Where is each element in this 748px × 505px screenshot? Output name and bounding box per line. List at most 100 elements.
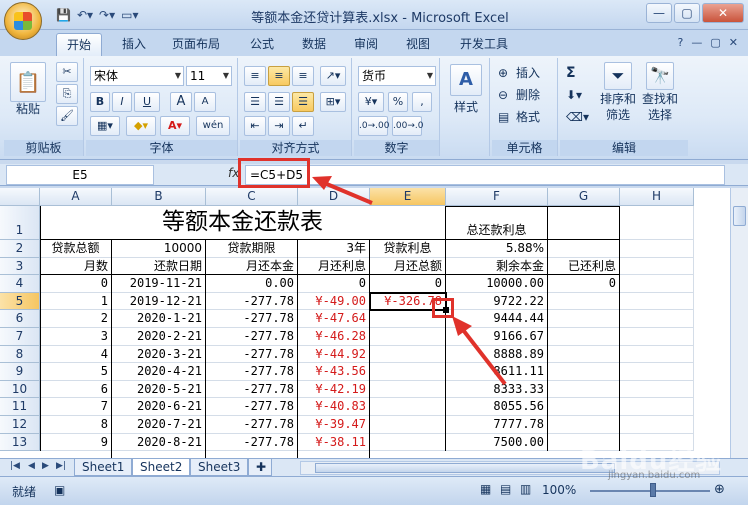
prev-sheet-icon[interactable]: ◀	[28, 461, 35, 471]
cell-f9[interactable]: 8611.11	[446, 363, 548, 381]
cell-c8[interactable]: -277.78	[206, 345, 298, 364]
insert-cells-label[interactable]: 插入	[516, 64, 540, 82]
cell-a3[interactable]: 月数	[40, 257, 112, 276]
ribbon-minimize-icon[interactable]: —	[691, 36, 702, 49]
first-sheet-icon[interactable]: |◀	[10, 461, 20, 471]
cell-b8[interactable]: 2020-3-21	[112, 345, 206, 364]
decrease-decimal-icon[interactable]: .00→.0	[392, 116, 423, 136]
cell-c6[interactable]: -277.78	[206, 310, 298, 328]
insert-cells-icon[interactable]: ⊕	[498, 64, 508, 82]
customize-icon[interactable]: ▭▾	[121, 8, 138, 22]
cell-a11[interactable]: 7	[40, 398, 112, 416]
ribbon-close-icon[interactable]: ✕	[729, 36, 738, 49]
copy-icon[interactable]: ⎘	[56, 84, 78, 104]
orientation-icon[interactable]: ↗▾	[320, 66, 346, 86]
cell-c7[interactable]: -277.78	[206, 328, 298, 346]
cell-a2[interactable]: 贷款总额	[40, 240, 112, 258]
cell-a1[interactable]: 等额本金还款表	[40, 206, 446, 240]
office-button[interactable]	[4, 2, 42, 40]
cell-b7[interactable]: 2020-2-21	[112, 328, 206, 346]
cell-b11[interactable]: 2020-6-21	[112, 398, 206, 416]
row-header-3[interactable]: 3	[0, 257, 40, 276]
cell-f6[interactable]: 9444.44	[446, 310, 548, 328]
cell-g3[interactable]	[548, 257, 620, 276]
column-header-f[interactable]: F	[446, 188, 548, 206]
grow-font-button[interactable]: A	[170, 92, 192, 112]
tab-view[interactable]: 视图	[396, 33, 440, 56]
cell-e7[interactable]	[370, 328, 446, 346]
cell-g10[interactable]	[548, 380, 620, 399]
row-header-7[interactable]: 7	[0, 328, 40, 346]
last-sheet-icon[interactable]: ▶|	[56, 461, 66, 471]
row-header-11[interactable]: 11	[0, 398, 40, 416]
cell-b5[interactable]: 2019-12-21	[112, 292, 206, 311]
cell-a4[interactable]: 0	[40, 275, 112, 293]
cut-icon[interactable]: ✂	[56, 62, 78, 82]
currency-icon[interactable]: ¥▾	[358, 92, 384, 112]
cell-c12[interactable]: -277.78	[206, 416, 298, 434]
sheet-tab-1[interactable]: Sheet1	[74, 459, 133, 476]
cell-f5[interactable]: 9722.22	[446, 292, 548, 311]
cell-e4[interactable]: 0	[370, 275, 446, 293]
percent-button[interactable]: %	[388, 92, 408, 112]
tab-formulas[interactable]: 公式	[240, 33, 284, 56]
cell-e10[interactable]	[370, 380, 446, 399]
cell-d7[interactable]: ¥-46.28	[298, 328, 370, 346]
cell-f4[interactable]: 10000.00	[446, 275, 548, 293]
border-icon[interactable]: ▦▾	[90, 116, 120, 136]
formula-input[interactable]: =C5+D5	[245, 165, 725, 185]
save-icon[interactable]: 💾	[56, 8, 71, 22]
sheet-tab-3[interactable]: Sheet3	[190, 459, 249, 476]
tab-data[interactable]: 数据	[292, 33, 336, 56]
cell-d6[interactable]: ¥-47.64	[298, 310, 370, 328]
cell-g12[interactable]	[548, 416, 620, 434]
cell-h10[interactable]	[620, 380, 694, 399]
styles-label[interactable]: 样式	[444, 100, 488, 115]
fill-color-icon[interactable]: ◆▾	[126, 116, 156, 136]
cell-a6[interactable]: 2	[40, 310, 112, 328]
cell-e11[interactable]	[370, 398, 446, 416]
align-middle-icon[interactable]: ≡	[268, 66, 290, 86]
align-left-icon[interactable]: ☰	[244, 92, 266, 112]
cell-h7[interactable]	[620, 328, 694, 346]
cell-c11[interactable]: -277.78	[206, 398, 298, 416]
cell-g2[interactable]	[548, 240, 620, 258]
cell-c5[interactable]: -277.78	[206, 292, 298, 311]
delete-cells-label[interactable]: 删除	[516, 86, 540, 104]
align-right-icon[interactable]: ☰	[292, 92, 314, 112]
cell-a8[interactable]: 4	[40, 345, 112, 364]
number-format-select[interactable]: 货币 ▼	[358, 66, 436, 86]
find-select-label[interactable]: 查找和	[636, 92, 684, 107]
font-color-icon[interactable]: A▾	[160, 116, 190, 136]
cell-h1[interactable]	[620, 206, 694, 240]
decrease-indent-icon[interactable]: ⇤	[244, 116, 266, 136]
cell-e3[interactable]: 月还总额	[370, 257, 446, 276]
undo-icon[interactable]: ↶▾	[77, 8, 93, 22]
shrink-font-button[interactable]: A	[194, 92, 216, 112]
row-header-2[interactable]: 2	[0, 240, 40, 258]
zoom-in-icon[interactable]: ⊕	[714, 482, 725, 497]
cell-b10[interactable]: 2020-5-21	[112, 380, 206, 399]
page-break-view-icon[interactable]: ▥	[520, 482, 531, 496]
font-name-select[interactable]: 宋体 ▼	[90, 66, 184, 86]
format-painter-icon[interactable]: 🖌	[56, 106, 78, 126]
cell-f7[interactable]: 9166.67	[446, 328, 548, 346]
cell-g8[interactable]	[548, 345, 620, 364]
cell-c4[interactable]: 0.00	[206, 275, 298, 293]
find-select-label-2[interactable]: 选择	[636, 108, 684, 123]
cell-a9[interactable]: 5	[40, 363, 112, 381]
cell-d8[interactable]: ¥-44.92	[298, 345, 370, 364]
column-header-a[interactable]: A	[40, 188, 112, 206]
cell-e13[interactable]	[370, 433, 446, 452]
cell-g9[interactable]	[548, 363, 620, 381]
column-header-h[interactable]: H	[620, 188, 694, 206]
cell-f11[interactable]: 8055.56	[446, 398, 548, 416]
column-header-b[interactable]: B	[112, 188, 206, 206]
cell-b12[interactable]: 2020-7-21	[112, 416, 206, 434]
cell-e8[interactable]	[370, 345, 446, 364]
align-center-icon[interactable]: ☰	[268, 92, 290, 112]
cell-b13[interactable]: 2020-8-21	[112, 433, 206, 452]
cell-f12[interactable]: 7777.78	[446, 416, 548, 434]
cell-a10[interactable]: 6	[40, 380, 112, 399]
macro-record-icon[interactable]: ▣	[54, 483, 65, 497]
